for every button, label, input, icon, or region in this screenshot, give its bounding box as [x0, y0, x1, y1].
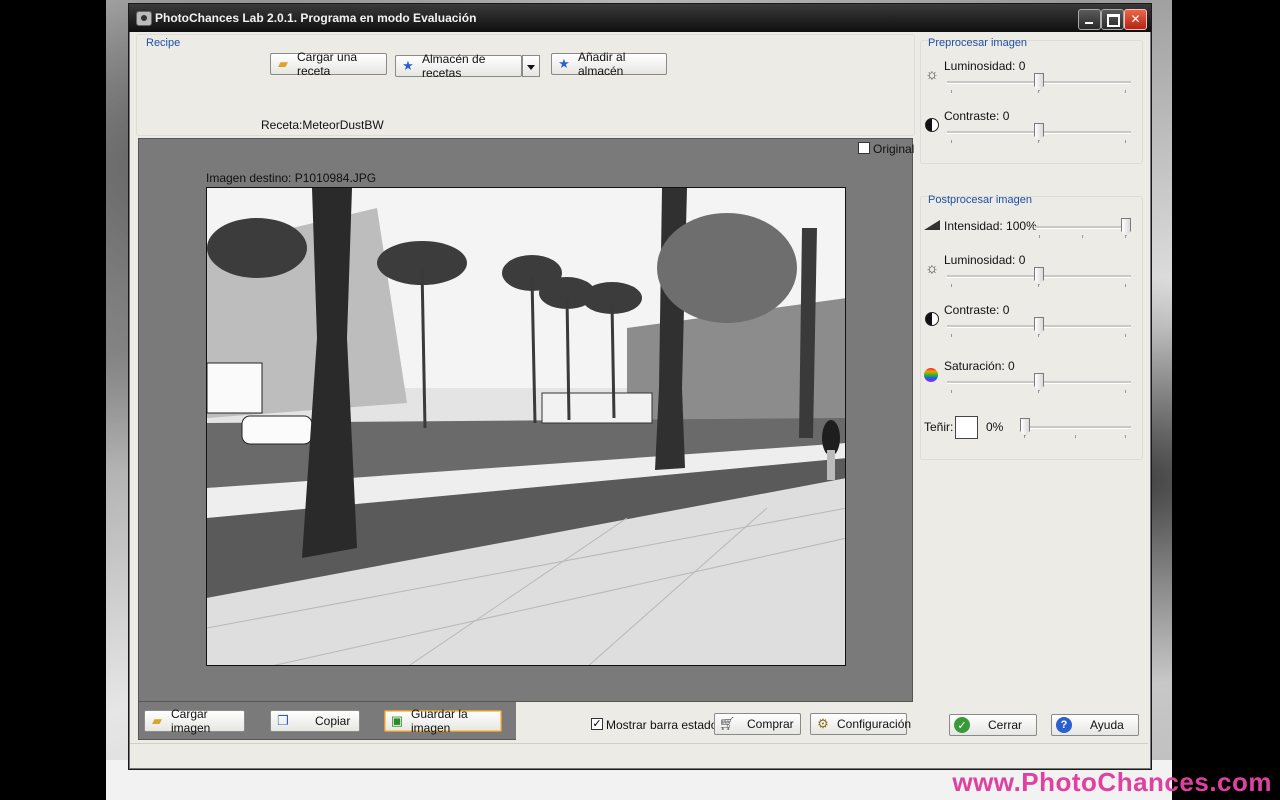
folder-icon: ▰: [152, 713, 162, 728]
settings-label: Configuración: [837, 717, 912, 731]
intensity-icon: [924, 220, 940, 230]
slider-tick: [951, 90, 952, 93]
close-label: Cerrar: [988, 718, 1023, 732]
slider-track[interactable]: [1020, 426, 1131, 429]
pre-brightness-label: Luminosidad: 0: [944, 59, 1026, 73]
slider-thumb[interactable]: [1020, 418, 1030, 436]
intensity-label: Intensidad: 100%: [944, 219, 1037, 233]
original-label: Original: [873, 142, 915, 156]
maximize-button[interactable]: [1101, 9, 1124, 30]
minimize-icon: [1085, 22, 1093, 24]
slider-tick: [1125, 284, 1126, 287]
slider-tick: [951, 390, 952, 393]
settings-button[interactable]: ⚙ Configuración: [810, 713, 911, 735]
tint-label: Teñir:: [924, 420, 954, 434]
recipe-store-label: Almacén de recetas: [422, 52, 486, 80]
slider-tick: [1125, 140, 1126, 143]
recipe-group: [136, 34, 915, 136]
slider-tick: [951, 334, 952, 337]
intensity-slider[interactable]: [1035, 218, 1131, 238]
website-watermark: www.PhotoChances.com: [952, 767, 1272, 797]
original-checkbox[interactable]: [858, 142, 870, 154]
maximize-icon: [1107, 14, 1120, 27]
save-icon: ▣: [390, 713, 404, 728]
contrast-icon: [925, 118, 939, 132]
close-window-button[interactable]: ✕: [1124, 9, 1147, 30]
target-image-label: Imagen destino: P1010984.JPG: [206, 171, 377, 185]
help-label: Ayuda: [1090, 718, 1124, 732]
copy-label: Copiar: [315, 714, 351, 728]
slider-tick: [1125, 90, 1126, 93]
buy-label: Comprar: [747, 717, 794, 731]
current-recipe-label: Receta:MeteorDustBW: [261, 118, 384, 132]
post-contrast-label: Contraste: 0: [944, 303, 1010, 317]
copy-icon: ❐: [277, 713, 289, 728]
post-brightness-label: Luminosidad: 0: [944, 253, 1026, 267]
brightness-icon: ☼: [925, 260, 939, 277]
post-brightness-slider[interactable]: [947, 267, 1131, 287]
title-bar[interactable]: PhotoChances Lab 2.0.1. Programa en modo…: [129, 4, 1151, 32]
close-button[interactable]: ✓ Cerrar: [949, 714, 1037, 736]
camera-icon: [136, 11, 152, 26]
minimize-button[interactable]: [1078, 9, 1101, 30]
load-recipe-button[interactable]: ▰ Cargar una receta: [270, 50, 387, 78]
recipe-group-label: Recipe: [146, 37, 181, 49]
gear-icon: ⚙: [817, 716, 829, 731]
tint-color-swatch[interactable]: [955, 416, 978, 439]
load-recipe-label: Cargar una receta: [297, 50, 358, 78]
slider-thumb[interactable]: [1034, 123, 1044, 141]
slider-thumb[interactable]: [1034, 73, 1044, 91]
postprocess-group-label: Postprocesar imagen: [928, 194, 1032, 206]
slider-thumb[interactable]: [1034, 317, 1044, 335]
load-image-label: Cargar imagen: [171, 707, 211, 735]
street-photo: [207, 188, 845, 665]
slider-tick: [1082, 235, 1083, 238]
window-title: PhotoChances Lab 2.0.1. Programa en modo…: [155, 11, 477, 25]
add-to-store-label: Añadir al almacén: [578, 50, 626, 78]
saturation-slider[interactable]: [947, 373, 1131, 393]
slider-tick: [951, 140, 952, 143]
contrast-icon: [925, 312, 939, 326]
preview-image: [206, 187, 846, 666]
add-to-store-button[interactable]: ★ Añadir al almacén: [551, 50, 667, 78]
slider-tick: [1125, 334, 1126, 337]
tint-percent-label: 0%: [986, 420, 1004, 434]
slider-track[interactable]: [1035, 226, 1131, 229]
save-image-button[interactable]: ▣ Guardar la imagen: [384, 707, 502, 735]
star-add-icon: ★: [558, 56, 570, 71]
slider-tick: [1125, 390, 1126, 393]
slider-thumb[interactable]: [1121, 218, 1131, 236]
slider-tick: [951, 284, 952, 287]
folder-icon: ▰: [278, 56, 288, 71]
post-contrast-slider[interactable]: [947, 317, 1131, 337]
show-status-bar-label: Mostrar barra estado: [606, 718, 718, 732]
status-bar: [130, 743, 1148, 766]
slider-tick: [1125, 435, 1126, 438]
pre-contrast-slider[interactable]: [947, 123, 1131, 143]
save-image-label: Guardar la imagen: [411, 707, 468, 735]
buy-button[interactable]: 🛒︎ Comprar: [714, 713, 801, 735]
help-icon: ?: [1056, 717, 1072, 733]
slider-thumb[interactable]: [1034, 373, 1044, 391]
help-button[interactable]: ? Ayuda: [1051, 714, 1139, 736]
preprocess-group-label: Preprocesar imagen: [928, 37, 1028, 49]
tint-slider[interactable]: [1020, 418, 1131, 438]
pre-contrast-label: Contraste: 0: [944, 109, 1010, 123]
brightness-icon: ☼: [925, 66, 939, 83]
check-icon: ✓: [954, 717, 970, 733]
saturation-label: Saturación: 0: [944, 359, 1015, 373]
slider-thumb[interactable]: [1034, 267, 1044, 285]
slider-tick: [1039, 235, 1040, 238]
load-image-button[interactable]: ▰ Cargar imagen: [144, 707, 245, 735]
saturation-icon: [924, 368, 938, 382]
cart-icon: 🛒︎: [718, 716, 736, 731]
recipe-store-button[interactable]: ★ Almacén de recetas: [395, 52, 522, 80]
recipe-store-dropdown-arrow[interactable]: [522, 55, 540, 77]
pre-brightness-slider[interactable]: [947, 73, 1131, 93]
show-status-bar-checkbox[interactable]: ✓: [591, 718, 603, 730]
slider-tick: [1075, 435, 1076, 438]
copy-button[interactable]: ❐ Copiar: [270, 710, 360, 732]
close-icon: ✕: [1130, 12, 1141, 26]
star-icon: ★: [402, 58, 414, 73]
